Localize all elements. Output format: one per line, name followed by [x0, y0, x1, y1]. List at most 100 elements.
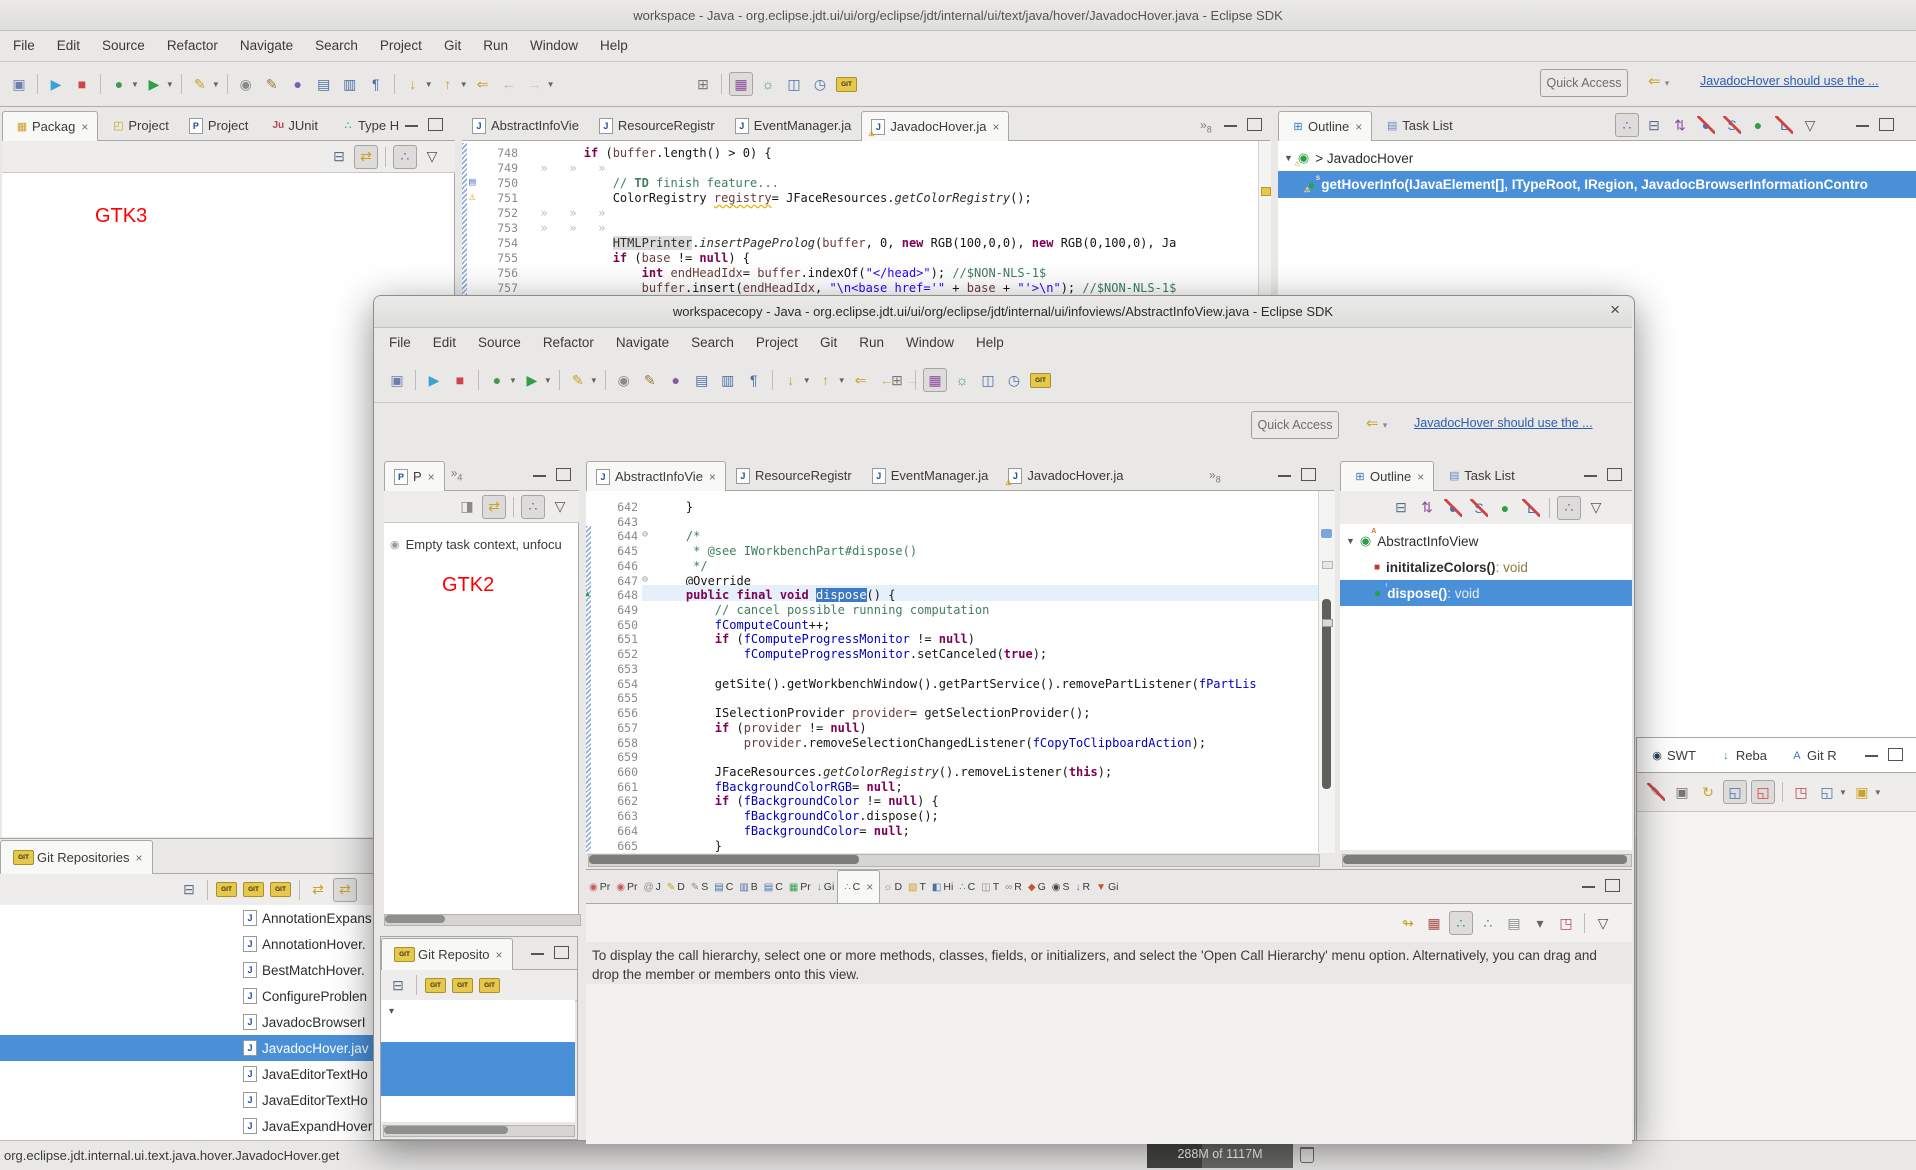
run-garbage-collector-button[interactable]: [1300, 1147, 1314, 1163]
hide-static-icon[interactable]: S: [1721, 114, 1743, 136]
focus-icon[interactable]: ∴: [393, 145, 417, 169]
dropdown-arrow-icon[interactable]: ▼: [838, 376, 846, 385]
close-icon[interactable]: ×: [1355, 120, 1362, 134]
fg-mini-minmax[interactable]: [533, 468, 571, 481]
view-tab-reba[interactable]: ↓Reba: [1706, 738, 1777, 772]
external-tools-icon[interactable]: ✎: [567, 369, 589, 391]
chevron-down-icon[interactable]: ▼: [1284, 153, 1293, 163]
fetch-icon[interactable]: ⇄: [307, 879, 329, 901]
view-menu-icon[interactable]: ▽: [549, 496, 571, 518]
view-tab-type-h[interactable]: ∴Type H: [328, 110, 409, 140]
fg-mini-hscrollbar[interactable]: [384, 914, 581, 926]
new-view-icon[interactable]: ▣: [1851, 781, 1873, 803]
pin-icon[interactable]: ◳: [1790, 781, 1812, 803]
tab-outline[interactable]: ⊞Outline×: [1340, 461, 1434, 491]
cancel-icon[interactable]: ▦: [1423, 912, 1445, 934]
outline-row-abstractinfoview[interactable]: ▼◉AAbstractInfoView: [1340, 528, 1632, 554]
fold-collapse-icon[interactable]: ⊖: [642, 574, 648, 585]
fg-bottom-minmax[interactable]: [1582, 879, 1620, 892]
editor-tab-eventmanager-ja[interactable]: JEventManager.ja: [725, 110, 862, 140]
tab-git-repositories[interactable]: GITGit Repositories×: [0, 840, 153, 874]
hide-fields-icon[interactable]: ●: [1695, 114, 1717, 136]
open-type-icon[interactable]: ▤: [691, 369, 713, 391]
editor-tab-javadochover-ja[interactable]: JJavadocHover.ja: [998, 460, 1133, 490]
dropdown-arrow-icon[interactable]: ▼: [425, 80, 433, 89]
view-tab-b[interactable]: ▥B: [736, 871, 760, 903]
outline-row-dispose-[interactable]: ●ᶠdispose() : void: [1340, 580, 1632, 606]
view-tab-d[interactable]: ✎D: [664, 871, 688, 903]
collapse-all-icon[interactable]: ⊟: [178, 879, 200, 901]
screen-capture-icon[interactable]: ◱: [1723, 780, 1747, 804]
maximize-icon[interactable]: [554, 946, 569, 959]
clone-repository-icon[interactable]: GIT: [452, 978, 473, 993]
bg-quick-access-button[interactable]: Quick Access: [1540, 69, 1628, 97]
bg-swt-minmax[interactable]: [1865, 748, 1903, 761]
history-list-icon[interactable]: ▤: [1503, 912, 1525, 934]
dropdown-arrow-icon[interactable]: ▼: [131, 80, 139, 89]
breakpoint-icon[interactable]: ●: [287, 73, 309, 95]
view-menu-icon[interactable]: ▽: [1799, 114, 1821, 136]
menu-help[interactable]: Help: [589, 31, 639, 61]
fold-collapse-icon[interactable]: ⊖: [642, 529, 648, 540]
menu-window[interactable]: Window: [519, 31, 589, 61]
open-type-icon[interactable]: ▤: [313, 73, 335, 95]
file-row[interactable]: JAnnotationExpans: [0, 905, 373, 931]
menu-project[interactable]: Project: [369, 31, 433, 61]
fg-nav-arrows[interactable]: ⇐ ▾: [1366, 414, 1387, 432]
fg-git-mini-hscrollbar[interactable]: [383, 1125, 575, 1137]
bg-notification-link[interactable]: JavadocHover should use the ...: [1700, 74, 1912, 88]
fg-window-titlebar[interactable]: workspacecopy - Java - org.eclipse.jdt.u…: [374, 296, 1632, 328]
maximize-icon[interactable]: [1605, 879, 1620, 892]
menu-edit[interactable]: Edit: [46, 31, 91, 61]
view-tab-r[interactable]: ∞R: [1002, 871, 1025, 903]
dropdown-arrow-icon[interactable]: ▼: [460, 80, 468, 89]
next-annotation-icon[interactable]: ↓: [780, 369, 802, 391]
tab-outline[interactable]: ⊞Outline×: [1278, 111, 1372, 141]
fg-editor-minmax[interactable]: [1278, 468, 1316, 481]
menu-project[interactable]: Project: [745, 328, 809, 358]
view-tab-gi[interactable]: ↓Gi: [814, 871, 838, 903]
breakpoint-icon[interactable]: ●: [665, 369, 687, 391]
focus-icon[interactable]: ∴: [521, 495, 545, 519]
run-icon[interactable]: ▶: [143, 73, 165, 95]
close-icon[interactable]: ×: [709, 470, 716, 484]
history-dropdown-icon[interactable]: ▾: [1529, 912, 1551, 934]
view-tab-r[interactable]: ↓R: [1072, 871, 1093, 903]
link-editor-icon[interactable]: ⇄: [482, 495, 506, 519]
menu-source[interactable]: Source: [91, 31, 156, 61]
minimize-icon[interactable]: [1584, 475, 1597, 480]
search-icon[interactable]: ▥: [717, 369, 739, 391]
view-tab-hi[interactable]: ◧Hi: [929, 871, 956, 903]
tab-git-reposito[interactable]: GITGit Reposito×: [381, 938, 513, 970]
bg-outline-minmax[interactable]: [1856, 118, 1894, 131]
close-icon[interactable]: ×: [135, 851, 142, 865]
focus-icon[interactable]: ∴: [1615, 113, 1639, 137]
fg-code-editor[interactable]: 642 }643644⊖ /*645 * @see IWorkbenchPart…: [586, 491, 1318, 853]
stop-icon[interactable]: ■: [449, 369, 471, 391]
view-tab-d[interactable]: ☼D: [880, 871, 905, 903]
refresh-hierarchy-icon[interactable]: ↬: [1397, 912, 1419, 934]
new-wizard-icon[interactable]: ◉: [613, 369, 635, 391]
planning-perspective-icon[interactable]: ◷: [809, 73, 831, 95]
pin-view-icon[interactable]: ◳: [1555, 912, 1577, 934]
minimize-icon[interactable]: [1865, 755, 1878, 760]
minimize-icon[interactable]: [405, 125, 418, 130]
dropdown-arrow-icon[interactable]: ▼: [547, 80, 555, 89]
fg-outline-hscrollbar[interactable]: [1342, 854, 1632, 867]
view-tab-c[interactable]: ∴C: [956, 871, 978, 903]
menu-run[interactable]: Run: [848, 328, 895, 358]
fg-editor-overview-ruler[interactable]: [1318, 491, 1335, 853]
view-tab-t[interactable]: ▧T: [905, 871, 929, 903]
bg-window-titlebar[interactable]: workspace - Java - org.eclipse.jdt.ui/ui…: [0, 0, 1916, 31]
link-editor-icon[interactable]: ⇄: [354, 145, 378, 169]
last-edit-location-icon[interactable]: ⇐: [472, 73, 494, 95]
git-selected-row[interactable]: [381, 1069, 575, 1096]
editor-tab-resourceregistr[interactable]: JResourceRegistr: [726, 460, 862, 490]
view-tab-g[interactable]: ◆G: [1025, 871, 1049, 903]
show-whitespace-icon[interactable]: ¶: [365, 73, 387, 95]
fg-notification-link[interactable]: JavadocHover should use the ...: [1414, 416, 1622, 430]
view-tab-project[interactable]: PProject: [179, 110, 258, 140]
maximize-icon[interactable]: [556, 468, 571, 481]
hide-local-types-icon[interactable]: L: [1773, 114, 1795, 136]
git-selected-row[interactable]: [381, 1042, 575, 1069]
